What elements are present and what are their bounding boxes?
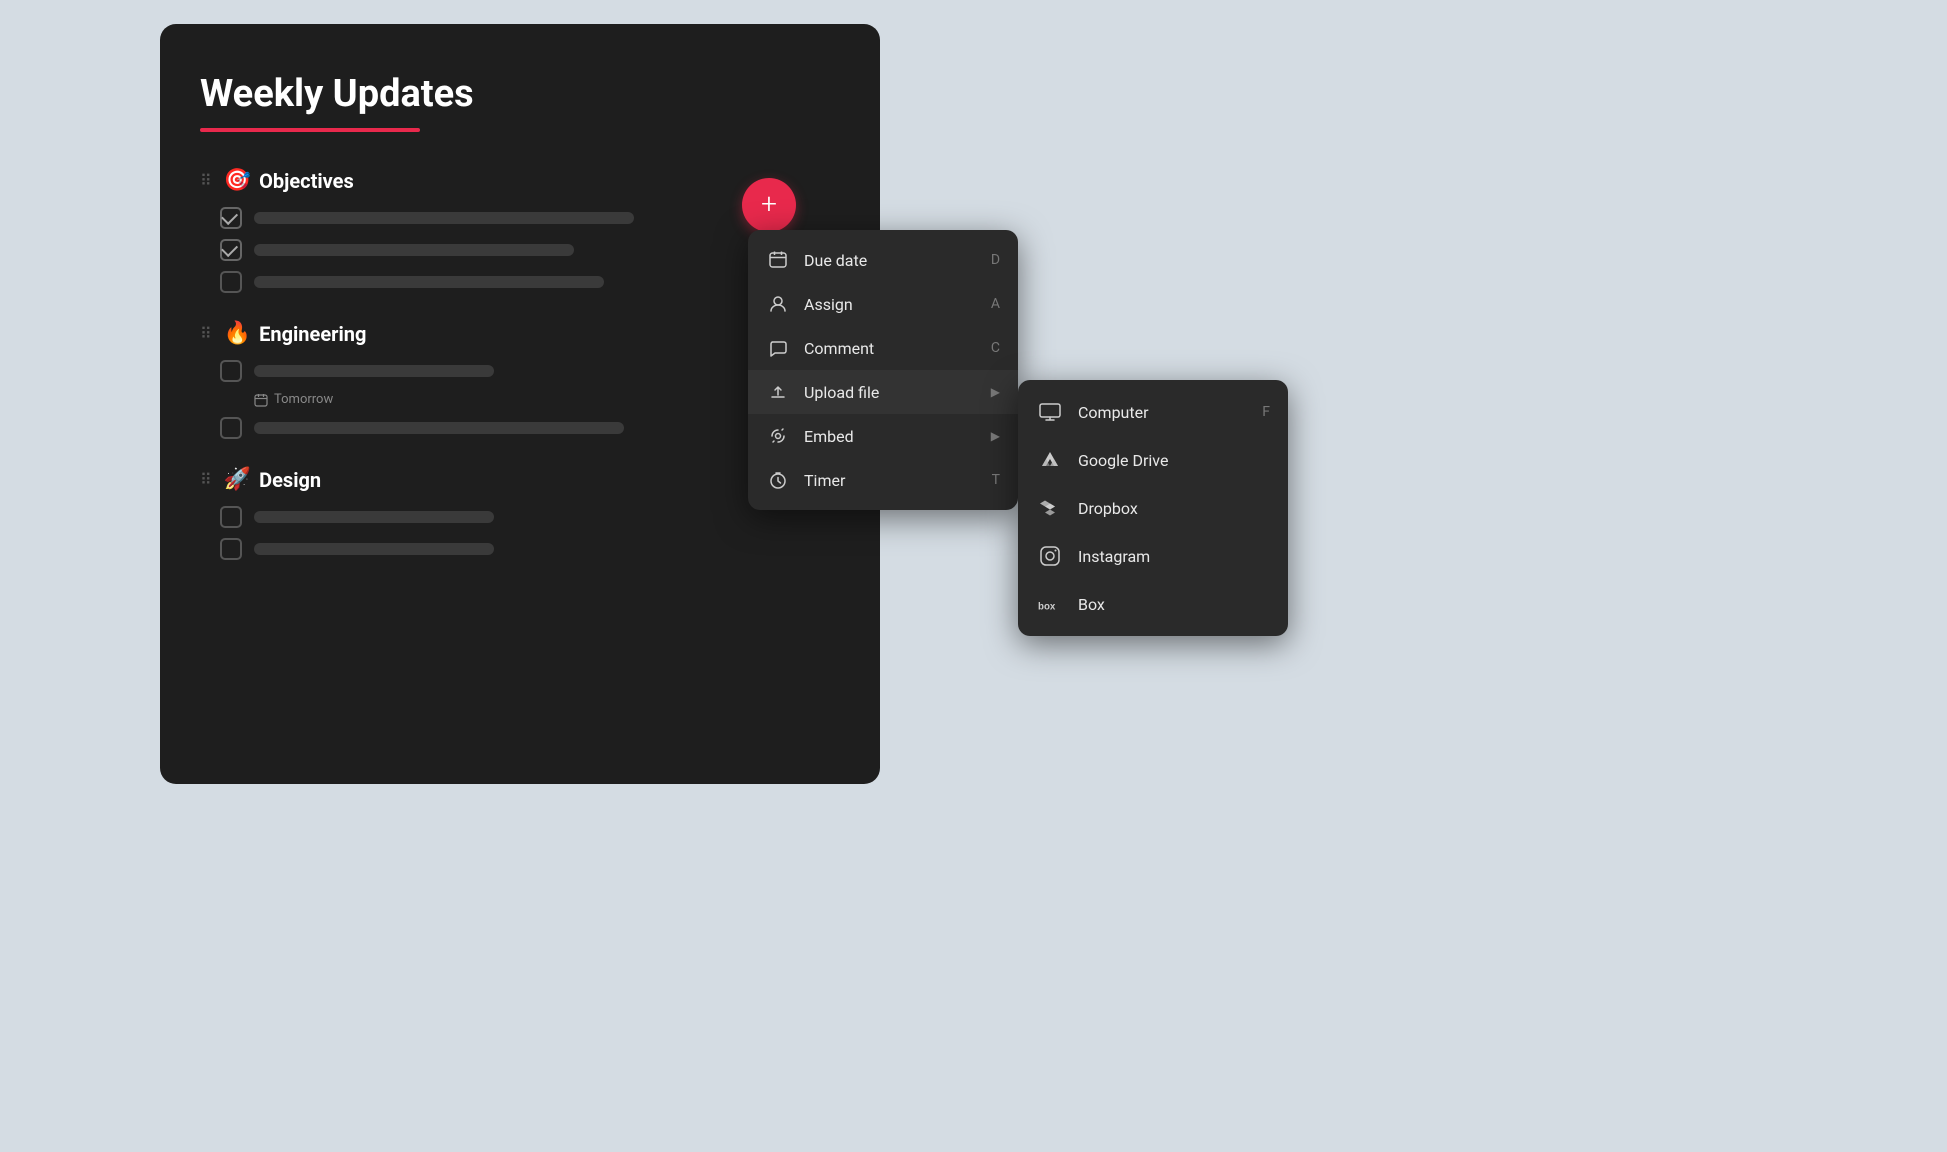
assign-shortcut: A (991, 296, 1000, 312)
embed-icon (766, 424, 790, 448)
checkbox-7[interactable] (220, 538, 242, 560)
task-item (200, 360, 840, 382)
box-icon: box (1036, 590, 1064, 618)
page-title: Weekly Updates (200, 72, 840, 116)
menu-item-due-date[interactable]: Due date D (748, 238, 1018, 282)
comment-label: Comment (804, 339, 991, 358)
timer-label: Timer (804, 471, 992, 490)
submenu-item-computer[interactable]: Computer F (1018, 388, 1288, 436)
objectives-emoji: 🎯 (224, 168, 251, 193)
task-bar (254, 276, 604, 288)
section-design: ⠿ 🚀 Design (200, 467, 840, 560)
box-label: Box (1078, 595, 1270, 614)
submenu-item-instagram[interactable]: Instagram (1018, 532, 1288, 580)
menu-item-assign[interactable]: Assign A (748, 282, 1018, 326)
task-bar (254, 244, 574, 256)
comment-icon (766, 336, 790, 360)
add-button[interactable]: + (742, 178, 796, 232)
due-date-icon (766, 248, 790, 272)
due-date-shortcut: D (991, 252, 1000, 268)
checkbox-5[interactable] (220, 417, 242, 439)
task-bar (254, 212, 634, 224)
drag-handle[interactable]: ⠿ (200, 470, 212, 489)
menu-item-embed[interactable]: Embed ▶ (748, 414, 1018, 458)
upload-submenu: Computer F Google Drive Dropbox (1018, 380, 1288, 636)
title-underline (200, 128, 420, 132)
menu-item-comment[interactable]: Comment C (748, 326, 1018, 370)
drag-handle[interactable]: ⠿ (200, 171, 212, 190)
submenu-item-box[interactable]: box Box (1018, 580, 1288, 628)
calendar-icon (254, 393, 268, 407)
embed-label: Embed (804, 427, 991, 446)
upload-file-label: Upload file (804, 383, 991, 402)
comment-shortcut: C (991, 340, 1000, 356)
section-header-objectives: ⠿ 🎯 Objectives (200, 168, 840, 193)
section-engineering: ⠿ 🔥 Engineering Tomorrow (200, 321, 840, 439)
section-header-design: ⠿ 🚀 Design (200, 467, 840, 492)
task-item (200, 239, 840, 261)
engineering-emoji: 🔥 (224, 321, 251, 346)
drag-handle[interactable]: ⠿ (200, 324, 212, 343)
computer-shortcut: F (1262, 404, 1270, 420)
assign-label: Assign (804, 295, 991, 314)
upload-arrow: ▶ (991, 385, 1000, 399)
embed-arrow: ▶ (991, 429, 1000, 443)
section-objectives: ⠿ 🎯 Objectives (200, 168, 840, 293)
timer-shortcut: T (992, 472, 1000, 488)
instagram-icon (1036, 542, 1064, 570)
submenu-item-google-drive[interactable]: Google Drive (1018, 436, 1288, 484)
task-item (200, 417, 840, 439)
submenu-item-dropbox[interactable]: Dropbox (1018, 484, 1288, 532)
instagram-label: Instagram (1078, 547, 1270, 566)
engineering-title: Engineering (259, 322, 366, 346)
checkbox-1[interactable] (220, 207, 242, 229)
plus-icon: + (761, 190, 777, 218)
upload-icon (766, 380, 790, 404)
checkbox-4[interactable] (220, 360, 242, 382)
dropbox-label: Dropbox (1078, 499, 1270, 518)
context-menu: Due date D Assign A Comment C (748, 230, 1018, 510)
tomorrow-label: Tomorrow (274, 392, 333, 407)
design-emoji: 🚀 (224, 467, 251, 492)
task-item (200, 271, 840, 293)
checkbox-3[interactable] (220, 271, 242, 293)
checkbox-2[interactable] (220, 239, 242, 261)
svg-text:box: box (1038, 601, 1056, 612)
date-tag: Tomorrow (200, 392, 840, 407)
task-bar (254, 365, 494, 377)
task-item (200, 538, 840, 560)
task-item (200, 506, 840, 528)
menu-item-upload-file[interactable]: Upload file ▶ (748, 370, 1018, 414)
task-bar (254, 511, 494, 523)
design-title: Design (259, 468, 321, 492)
due-date-label: Due date (804, 251, 991, 270)
checkbox-6[interactable] (220, 506, 242, 528)
dropbox-icon (1036, 494, 1064, 522)
task-bar (254, 422, 624, 434)
google-drive-label: Google Drive (1078, 451, 1270, 470)
timer-icon (766, 468, 790, 492)
menu-item-timer[interactable]: Timer T (748, 458, 1018, 502)
computer-label: Computer (1078, 403, 1262, 422)
computer-icon (1036, 398, 1064, 426)
task-bar (254, 543, 494, 555)
section-header-engineering: ⠿ 🔥 Engineering (200, 321, 840, 346)
objectives-title: Objectives (259, 169, 354, 193)
assign-icon (766, 292, 790, 316)
google-drive-icon (1036, 446, 1064, 474)
